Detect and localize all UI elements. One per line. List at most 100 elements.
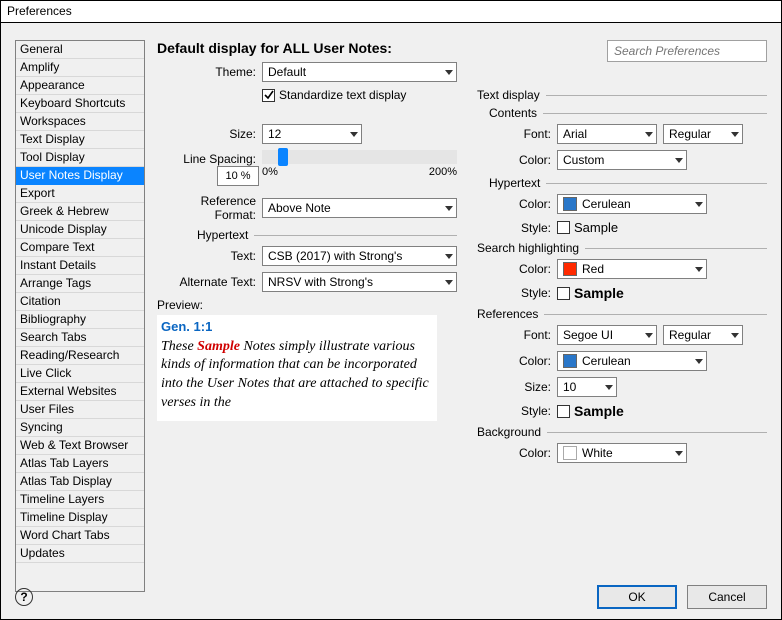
preview-label: Preview: xyxy=(157,298,457,312)
sidebar-item[interactable]: User Files xyxy=(16,401,144,419)
sidebar-item[interactable]: Web & Text Browser xyxy=(16,437,144,455)
slider-thumb[interactable] xyxy=(278,148,288,166)
preview-sample-word: Sample xyxy=(197,339,240,354)
color-swatch xyxy=(563,354,577,368)
preview-box: Gen. 1:1 These Sample Notes simply illus… xyxy=(157,315,437,421)
sidebar-item[interactable]: Workspaces xyxy=(16,113,144,131)
contents-group-label: Contents xyxy=(489,106,537,120)
chevron-down-icon xyxy=(445,254,453,259)
refformat-select[interactable]: Above Note xyxy=(262,198,457,218)
sidebar-item[interactable]: External Websites xyxy=(16,383,144,401)
ok-button[interactable]: OK xyxy=(597,585,677,609)
standardize-label: Standardize text display xyxy=(279,88,406,102)
search-color-label: Color: xyxy=(477,262,557,276)
size-select[interactable]: 12 xyxy=(262,124,362,144)
sidebar-item[interactable]: Updates xyxy=(16,545,144,563)
hypertext-style-checkbox[interactable] xyxy=(557,221,570,234)
chevron-down-icon xyxy=(675,158,683,163)
sidebar-item[interactable]: Search Tabs xyxy=(16,329,144,347)
chevron-down-icon xyxy=(605,385,613,390)
sidebar-item[interactable]: Citation xyxy=(16,293,144,311)
background-color-select[interactable]: White xyxy=(557,443,687,463)
sidebar-item[interactable]: Amplify xyxy=(16,59,144,77)
chevron-down-icon xyxy=(695,359,703,364)
sidebar-item[interactable]: Atlas Tab Layers xyxy=(16,455,144,473)
sidebar-item[interactable]: Keyboard Shortcuts xyxy=(16,95,144,113)
textdisplay-group-label: Text display xyxy=(477,88,540,102)
chevron-down-icon xyxy=(675,451,683,456)
search-preferences-input[interactable] xyxy=(607,40,767,62)
sidebar-item[interactable]: Reading/Research xyxy=(16,347,144,365)
linespacing-slider[interactable] xyxy=(262,150,457,164)
background-group-label: Background xyxy=(477,425,541,439)
sidebar-item[interactable]: Text Display xyxy=(16,131,144,149)
alt-text-label: Alternate Text: xyxy=(157,275,262,289)
slider-min-label: 0% xyxy=(262,166,278,178)
preview-verse-ref: Gen. 1:1 xyxy=(161,318,433,336)
sidebar-item[interactable]: Atlas Tab Display xyxy=(16,473,144,491)
sidebar-item[interactable]: Tool Display xyxy=(16,149,144,167)
sidebar-item[interactable]: Arrange Tags xyxy=(16,275,144,293)
sidebar-item[interactable]: Word Chart Tabs xyxy=(16,527,144,545)
theme-select[interactable]: Default xyxy=(262,62,457,82)
chevron-down-icon xyxy=(645,333,653,338)
contents-font-select[interactable]: Arial xyxy=(557,124,657,144)
color-swatch xyxy=(563,262,577,276)
sidebar-item[interactable]: Compare Text xyxy=(16,239,144,257)
sidebar-item[interactable]: Unicode Display xyxy=(16,221,144,239)
chevron-down-icon xyxy=(731,132,739,137)
ref-font-label: Font: xyxy=(477,328,557,342)
color-swatch xyxy=(563,197,577,211)
sidebar-item[interactable]: Export xyxy=(16,185,144,203)
sidebar-item[interactable]: Greek & Hebrew xyxy=(16,203,144,221)
text-select[interactable]: CSB (2017) with Strong's xyxy=(262,246,457,266)
contents-font-label: Font: xyxy=(477,127,557,141)
hypertext-color-select[interactable]: Cerulean xyxy=(557,194,707,214)
chevron-down-icon xyxy=(350,132,358,137)
sidebar-item[interactable]: Timeline Display xyxy=(16,509,144,527)
sidebar-item[interactable]: Live Click xyxy=(16,365,144,383)
contents-color-label: Color: xyxy=(477,153,557,167)
contents-color-select[interactable]: Custom xyxy=(557,150,687,170)
chevron-down-icon xyxy=(445,280,453,285)
cancel-button[interactable]: Cancel xyxy=(687,585,767,609)
theme-label: Theme: xyxy=(157,65,262,79)
chevron-down-icon xyxy=(695,267,703,272)
chevron-down-icon xyxy=(445,206,453,211)
ref-fontstyle-select[interactable]: Regular xyxy=(663,325,743,345)
linespacing-value[interactable]: 10 % xyxy=(217,166,259,186)
search-color-select[interactable]: Red xyxy=(557,259,707,279)
preferences-sidebar: GeneralAmplifyAppearanceKeyboard Shortcu… xyxy=(15,40,145,592)
ref-style-checkbox[interactable] xyxy=(557,405,570,418)
chevron-down-icon xyxy=(645,132,653,137)
help-icon[interactable]: ? xyxy=(15,588,33,606)
linespacing-label: Line Spacing: xyxy=(157,150,262,166)
sidebar-item[interactable]: User Notes Display xyxy=(16,167,144,185)
searchhighlight-group-label: Search highlighting xyxy=(477,241,579,255)
ref-size-label: Size: xyxy=(477,380,557,394)
hypertext-color-label: Color: xyxy=(477,197,557,211)
ref-font-select[interactable]: Segoe UI xyxy=(557,325,657,345)
chevron-down-icon xyxy=(731,333,739,338)
size-label: Size: xyxy=(157,127,262,141)
hypertext-group-label: Hypertext xyxy=(197,228,248,242)
text-label: Text: xyxy=(157,249,262,263)
ref-color-select[interactable]: Cerulean xyxy=(557,351,707,371)
sidebar-item[interactable]: Syncing xyxy=(16,419,144,437)
ref-size-select[interactable]: 10 xyxy=(557,377,617,397)
sidebar-item[interactable]: Instant Details xyxy=(16,257,144,275)
alt-text-select[interactable]: NRSV with Strong's xyxy=(262,272,457,292)
standardize-checkbox[interactable] xyxy=(262,89,275,102)
ref-style-sample: Sample xyxy=(574,403,624,419)
search-style-checkbox[interactable] xyxy=(557,287,570,300)
preferences-panel: Default display for ALL User Notes: Them… xyxy=(157,40,767,592)
window-title: Preferences xyxy=(1,1,781,23)
sidebar-item[interactable]: General xyxy=(16,41,144,59)
sidebar-item[interactable]: Appearance xyxy=(16,77,144,95)
hypertext-style-sample: Sample xyxy=(574,220,618,235)
contents-fontstyle-select[interactable]: Regular xyxy=(663,124,743,144)
sidebar-item[interactable]: Bibliography xyxy=(16,311,144,329)
sidebar-item[interactable]: Timeline Layers xyxy=(16,491,144,509)
chevron-down-icon xyxy=(445,70,453,75)
check-icon xyxy=(264,90,274,100)
